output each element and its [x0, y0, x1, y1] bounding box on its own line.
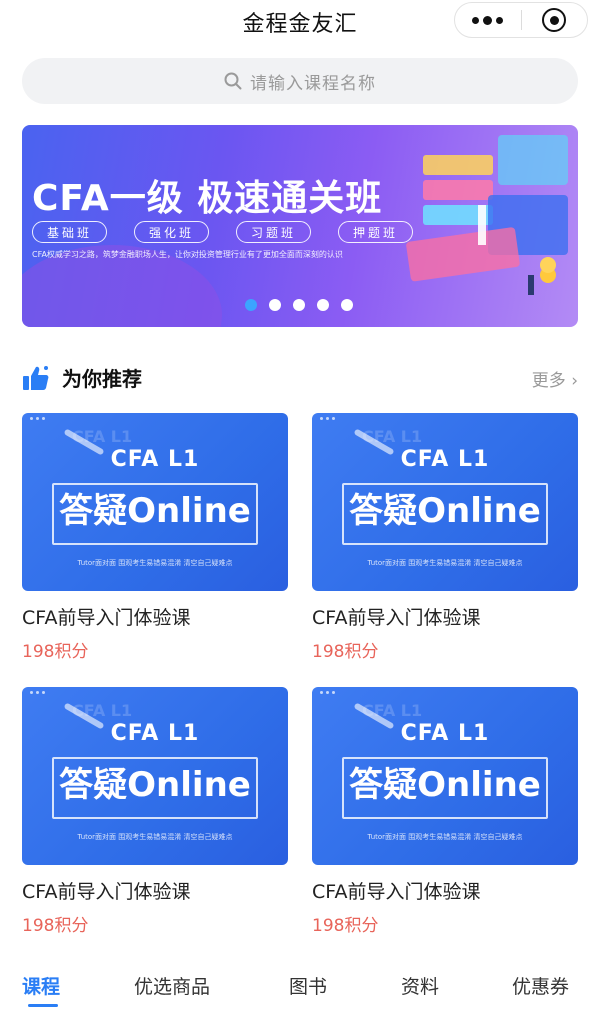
more-dots-icon[interactable] [455, 3, 521, 37]
thumbnail-level: CFA L1 [110, 721, 200, 746]
capsule-close-icon[interactable] [522, 3, 588, 37]
thumbnail-caption: Tutor面对面 围观考生易错易混淆 清空自己疑难点 [77, 559, 233, 567]
search-placeholder: 请输入课程名称 [250, 73, 376, 94]
thumbnail-caption: Tutor面对面 围观考生易错易混淆 清空自己疑难点 [367, 833, 523, 841]
thumbnail-caption: Tutor面对面 围观考生易错易混淆 清空自己疑难点 [367, 559, 523, 567]
thumbnail-level: CFA L1 [110, 447, 200, 472]
mini-program-capsule [454, 2, 588, 38]
banner-headline: CFA一级 极速通关班 [32, 178, 383, 219]
carousel-dot[interactable] [341, 299, 353, 311]
course-price: 198积分 [22, 642, 89, 662]
thumbnail-level: CFA L1 [400, 447, 490, 472]
tab-featured-goods[interactable]: 优选商品 [134, 972, 210, 999]
promo-banner[interactable]: CFA一级 极速通关班 基础班 强化班 习题班 押题班 CFA权威学习之路，筑梦… [22, 125, 578, 327]
course-title: CFA前导入门体验课 [312, 607, 481, 629]
thumbnail-headline: 答疑Online [59, 765, 251, 805]
thumbnail-caption: Tutor面对面 围观考生易错易混淆 清空自己疑难点 [77, 833, 233, 841]
thumbnail-decoration [320, 417, 335, 420]
thumbnail-headline: 答疑Online [349, 765, 541, 805]
tab-courses[interactable]: 课程 [22, 972, 60, 999]
banner-pill: 习题班 [236, 221, 311, 243]
carousel-dot[interactable] [317, 299, 329, 311]
carousel-indicator [245, 299, 353, 311]
carousel-dot[interactable] [293, 299, 305, 311]
tab-materials[interactable]: 资料 [401, 972, 439, 999]
course-thumbnail: CFA L1 CFA L1 答疑Online Tutor面对面 围观考生易错易混… [22, 687, 288, 865]
banner-pill: 基础班 [32, 221, 107, 243]
course-title: CFA前导入门体验课 [312, 881, 481, 903]
course-thumbnail: CFA L1 CFA L1 答疑Online Tutor面对面 围观考生易错易混… [312, 687, 578, 865]
search-icon [224, 72, 242, 90]
banner-pill-row: 基础班 强化班 习题班 押题班 [32, 221, 413, 243]
more-link-label: 更多 [531, 371, 566, 391]
thumbnail-decoration [30, 691, 45, 694]
course-price: 198积分 [312, 642, 379, 662]
thumbs-up-icon [23, 366, 49, 390]
course-price: 198积分 [22, 916, 89, 936]
course-thumbnail: CFA L1 CFA L1 答疑Online Tutor面对面 围观考生易错易混… [22, 413, 288, 591]
thumbnail-level: CFA L1 [400, 721, 490, 746]
nav-bar: 金程金友汇 [0, 0, 600, 46]
carousel-dot[interactable] [269, 299, 281, 311]
banner-subtitle: CFA权威学习之路，筑梦金融职场人生，让你对投资管理行业有了更加全面而深刻的认识 [32, 250, 343, 259]
course-title: CFA前导入门体验课 [22, 607, 191, 629]
thumbnail-decoration [320, 691, 335, 694]
thumbnail-decoration [30, 417, 45, 420]
tab-books[interactable]: 图书 [289, 972, 327, 999]
course-price: 198积分 [312, 916, 379, 936]
banner-pill: 强化班 [134, 221, 209, 243]
search-input[interactable]: 请输入课程名称 [22, 58, 578, 104]
active-tab-indicator [28, 1004, 58, 1007]
thumbnail-headline: 答疑Online [349, 491, 541, 531]
section-title: 为你推荐 [62, 367, 142, 391]
carousel-dot-active[interactable] [245, 299, 257, 311]
tab-coupons[interactable]: 优惠券 [512, 972, 569, 999]
banner-pill: 押题班 [338, 221, 413, 243]
chevron-right-icon: › [571, 371, 578, 391]
more-link[interactable]: 更多 › [532, 366, 578, 391]
recommend-section-header: 为你推荐 更多 › [22, 360, 578, 396]
course-title: CFA前导入门体验课 [22, 881, 191, 903]
category-tab-bar: 课程 优选商品 图书 资料 优惠券 [0, 964, 600, 1008]
course-thumbnail: CFA L1 CFA L1 答疑Online Tutor面对面 围观考生易错易混… [312, 413, 578, 591]
thumbnail-headline: 答疑Online [59, 491, 251, 531]
